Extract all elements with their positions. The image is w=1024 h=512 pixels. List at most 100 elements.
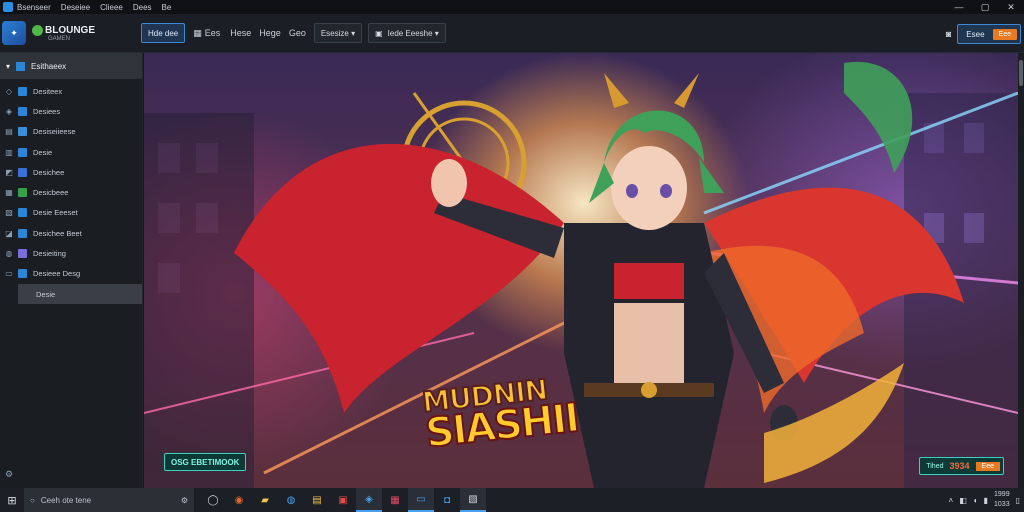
settings-icon[interactable]: ⚙ [5, 469, 13, 480]
upgrade-button[interactable]: Esee Eee [957, 24, 1021, 44]
sidebar-item-label: Desie Eeeset [33, 208, 78, 218]
app-icon-5[interactable]: ◘ [434, 488, 460, 512]
toolbar-right: ◙ Esee Eee [946, 24, 1021, 44]
grid-icon[interactable]: ▦ [193, 28, 202, 39]
sidebar-item[interactable]: ▧ Desie Eeeset [0, 203, 142, 223]
sidebar-list: ◇ Desiteex ◈ Desiees ▤ Desiseiieese ▥ Desie ◩ Des… [0, 81, 142, 305]
sidebar-item-label: Desie [36, 289, 56, 299]
menu-item-2[interactable]: Clieee [100, 3, 123, 12]
minimize-button[interactable]: — [946, 0, 972, 14]
task-view-icon[interactable]: ◯ [200, 488, 226, 512]
app-logo-icon[interactable]: ✦ [2, 21, 26, 45]
brand-subtitle: GAMEN [48, 35, 71, 42]
toolbar-item-hese[interactable]: Hese [230, 28, 251, 38]
brand: BLOUNGE GAMEN [32, 24, 95, 42]
stats-badge-label: Tihed [926, 462, 944, 470]
sidebar-item-color-icon [18, 188, 27, 198]
preview-canvas[interactable]: MUDNIN SIASHII OSG EBETIMOOK Tihed 3934 … [144, 53, 1018, 488]
toolbar-item-hege[interactable]: Hege [259, 28, 281, 38]
sidebar-item-color-icon [18, 167, 27, 177]
network-icon[interactable]: ◧ [959, 496, 967, 505]
taskbar-search[interactable]: ○ Ceeh ote tene ⚙ [24, 488, 194, 512]
sidebar-item-label: Desichee Beet [33, 228, 82, 238]
app-icon-3[interactable]: ▦ [382, 488, 408, 512]
sidebar-item-icon: ▭ [5, 269, 13, 279]
sidebar-item[interactable]: ◍ Desieiting [0, 243, 142, 263]
app-icon-2[interactable]: ▣ [330, 488, 356, 512]
toolbar-item-ees[interactable]: Ees [205, 28, 221, 38]
sidebar-item-color-icon [18, 208, 27, 218]
scrollbar-thumb[interactable] [1019, 60, 1023, 86]
sidebar-item[interactable]: ▦ Desicbeee [0, 182, 142, 202]
windows-start-icon[interactable]: ⊞ [0, 488, 24, 512]
menu-item-3[interactable]: Dees [133, 3, 152, 12]
toolbar-primary-button[interactable]: Hde dee [141, 23, 186, 43]
app-icon-6[interactable]: ▧ [460, 488, 486, 512]
vertical-scrollbar[interactable] [1018, 53, 1024, 488]
tag-badge: OSG EBETIMOOK [164, 453, 247, 471]
upgrade-pill: Eee [992, 28, 1017, 40]
sidebar-item-icon: ▤ [5, 127, 13, 137]
chevron-up-icon[interactable]: ˄ [949, 496, 954, 505]
sidebar-item-color-icon [18, 106, 27, 116]
sidebar-item-color-icon [18, 147, 27, 157]
menu-item-4[interactable]: Be [162, 3, 172, 12]
sidebar-item-color-icon [18, 86, 27, 96]
sidebar-item-label: Desichee [33, 167, 65, 177]
sidebar-item-label: Desieiting [33, 249, 66, 259]
sidebar-item-color-icon [18, 127, 27, 137]
app-icon-active[interactable]: ◈ [356, 488, 382, 512]
sidebar-item[interactable]: ◇ Desiteex [0, 81, 142, 101]
sidebar-item[interactable]: ▭ Desieee Desg [0, 264, 142, 284]
sidebar-item-color-icon [18, 228, 27, 238]
size-dropdown[interactable]: Esesize ▾ [313, 23, 363, 43]
clock-date: 1033 [994, 501, 1010, 508]
battery-icon[interactable]: ▮ [984, 496, 988, 505]
sidebar-item[interactable]: ◩ Desichee [0, 162, 142, 182]
sidebar-item-icon: ◪ [5, 228, 13, 238]
notification-icon[interactable]: ▯ [1016, 496, 1020, 505]
folder-icon[interactable]: ▰ [252, 488, 278, 512]
sidebar-header[interactable]: ▾ Esithaeex [0, 53, 142, 79]
sidebar: ▾ Esithaeex ◇ Desiteex ◈ Desiees ▤ Desiseiiee… [0, 53, 143, 488]
toolbar-primary-label: Hde dee [148, 28, 179, 38]
sidebar-item-icon: ▧ [5, 208, 13, 218]
system-tray: ˄ ◧ ◖ ▮ 1999 1033 ▯ [949, 488, 1020, 512]
toolbar-item-geo[interactable]: Geo [289, 28, 306, 38]
close-button[interactable]: ✕ [998, 0, 1024, 14]
folder-icon [16, 61, 26, 71]
brand-name: BLOUNGE [45, 24, 95, 36]
maximize-button[interactable]: ▢ [972, 0, 998, 14]
preset-icon: ▣ [375, 28, 383, 38]
window-controls: — ▢ ✕ [946, 0, 1024, 14]
sidebar-item[interactable]: ◪ Desichee Beet [0, 223, 142, 243]
menu-item-1[interactable]: Deseiee [61, 3, 90, 12]
sidebar-item-label: Desiees [33, 106, 61, 116]
camera-icon[interactable]: ◙ [946, 29, 951, 39]
sidebar-item[interactable]: ▤ Desiseiieese [0, 122, 142, 142]
sidebar-item-label: Desieee Desg [33, 269, 81, 279]
sidebar-item-icon: ◩ [5, 167, 13, 177]
sidebar-item-label: Desie [33, 147, 53, 157]
title-bar: Bsenseer Deseiee Clieee Dees Be — ▢ ✕ [0, 0, 1024, 14]
chevron-down-icon: ▾ [6, 61, 11, 71]
sidebar-item-label: Desiteex [33, 86, 63, 96]
stats-badge[interactable]: Tihed 3934 Eee [919, 457, 1004, 475]
volume-icon[interactable]: ◖ [973, 496, 978, 505]
clock-time: 1999 [994, 491, 1010, 498]
sidebar-item-label: Desiseiieese [33, 127, 76, 137]
app-icon-4[interactable]: ▭ [408, 488, 434, 512]
preset-dropdown[interactable]: ▣ Iede Eeeshe ▾ [368, 23, 446, 43]
app-name: Bsenseer [17, 2, 51, 12]
sidebar-item[interactable]: Desie [18, 283, 142, 305]
sidebar-item-icon: ◇ [5, 86, 13, 96]
sidebar-item[interactable]: ◈ Desiees [0, 101, 142, 121]
app-icon-1[interactable]: ◉ [226, 488, 252, 512]
taskbar: ⊞ ○ Ceeh ote tene ⚙ ◯ ◉ ▰ ◍ ▤ ▣ ◈ ▦ ▭ ◘ … [0, 488, 1024, 512]
sidebar-item[interactable]: ▥ Desie [0, 142, 142, 162]
menu-bar: Bsenseer Deseiee Clieee Dees Be [17, 3, 171, 12]
sidebar-item-icon: ▥ [5, 147, 13, 157]
browser-icon[interactable]: ◍ [278, 488, 304, 512]
clock[interactable]: 1999 1033 [994, 490, 1010, 510]
files-icon[interactable]: ▤ [304, 488, 330, 512]
